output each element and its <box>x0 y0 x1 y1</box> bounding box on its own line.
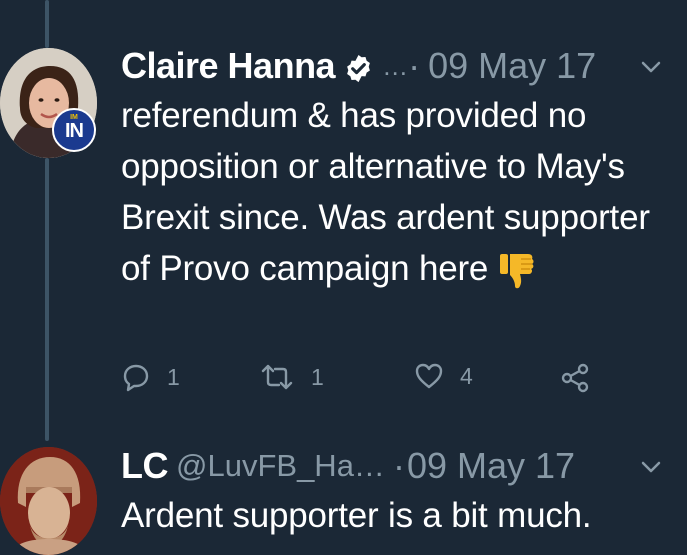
author-handle[interactable]: @LuvFB_Ha… <box>176 448 385 484</box>
reply-count: 1 <box>167 363 180 390</box>
reply-button[interactable]: 1 <box>121 362 180 392</box>
tweet-date[interactable]: 09 May 17 <box>407 445 575 487</box>
tweet-actions: 1 1 4 <box>121 362 601 402</box>
thread-line <box>45 158 49 441</box>
share-icon <box>561 363 589 393</box>
tweet-text: referendum & has provided no opposition … <box>121 90 681 294</box>
reply-icon <box>123 364 149 392</box>
tweet-date[interactable]: 09 May 17 <box>428 45 596 87</box>
verified-badge-icon <box>343 51 374 82</box>
tweet-text-content: Ardent supporter is a bit much. <box>121 496 592 535</box>
tweet-header: Claire Hanna … · 09 May 17 <box>121 45 596 87</box>
like-count: 4 <box>460 362 473 389</box>
retweet-icon <box>261 364 293 390</box>
thread-line-top <box>45 0 49 48</box>
separator-dot: · <box>392 445 405 486</box>
chevron-down-icon[interactable] <box>640 460 662 474</box>
separator-dot: · <box>408 45 421 86</box>
author-handle[interactable]: … <box>382 51 408 82</box>
share-button[interactable] <box>559 362 607 394</box>
badge-top-text: IM <box>70 114 78 121</box>
author-name[interactable]: Claire Hanna <box>121 45 336 87</box>
in-campaign-badge: IM IN <box>52 108 96 152</box>
retweet-button[interactable]: 1 <box>259 362 324 392</box>
chevron-down-icon[interactable] <box>640 60 662 74</box>
avatar-lc[interactable] <box>0 447 97 555</box>
author-name[interactable]: LC <box>121 445 169 487</box>
tweet-text: Ardent supporter is a bit much. <box>121 490 681 541</box>
tweet-header: LC @LuvFB_Ha… · 09 May 17 <box>121 445 575 487</box>
like-button[interactable]: 4 <box>414 362 473 390</box>
badge-main-text: IN <box>65 119 84 142</box>
retweet-count: 1 <box>311 363 324 390</box>
thumbs-down-emoji <box>498 251 536 291</box>
tweet-text-content: referendum & has provided no opposition … <box>121 96 650 288</box>
heart-icon <box>415 363 443 389</box>
